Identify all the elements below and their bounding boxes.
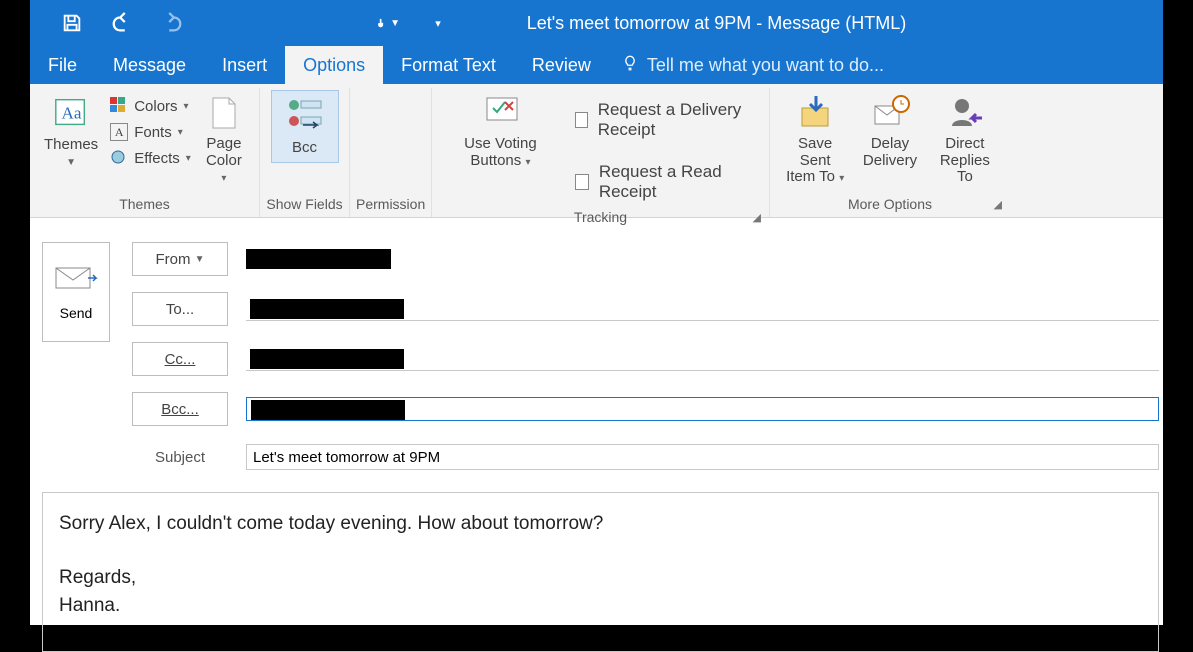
use-voting-buttons[interactable]: Use Voting Buttons ▾ bbox=[438, 90, 563, 173]
page-color-button[interactable]: Page Color ▾ bbox=[195, 90, 253, 190]
send-icon bbox=[54, 264, 98, 295]
ribbon-group-label: More Options ◢ bbox=[776, 193, 1004, 215]
undo-icon[interactable] bbox=[110, 11, 134, 35]
ribbon-group-label: Themes bbox=[36, 193, 253, 215]
direct-replies-to-button[interactable]: Direct Replies To bbox=[926, 90, 1004, 190]
tab-review[interactable]: Review bbox=[514, 46, 609, 84]
send-button[interactable]: Send bbox=[42, 242, 110, 342]
title-bar: ▼ ▾ Let's meet tomorrow at 9PM - Message… bbox=[30, 0, 1163, 46]
dialog-launcher-icon[interactable]: ◢ bbox=[994, 198, 1002, 211]
to-row: To... user2@example.com bbox=[132, 292, 1159, 326]
delay-delivery-icon bbox=[871, 94, 909, 132]
subject-row: Subject bbox=[132, 444, 1159, 470]
direct-replies-icon bbox=[946, 94, 984, 132]
subject-field[interactable] bbox=[246, 444, 1159, 470]
tell-me-search[interactable]: Tell me what you want to do... bbox=[609, 46, 884, 84]
body-line: Hanna. bbox=[59, 595, 1142, 617]
theme-effects-button[interactable]: Effects▾ bbox=[106, 146, 195, 170]
tab-message[interactable]: Message bbox=[95, 46, 204, 84]
save-icon[interactable] bbox=[60, 11, 84, 35]
ribbon-tabs: File Message Insert Options Format Text … bbox=[30, 46, 1163, 84]
message-body[interactable]: Sorry Alex, I couldn't come today evenin… bbox=[42, 492, 1159, 652]
save-sent-item-to-button[interactable]: Save Sent Item To ▾ bbox=[776, 90, 854, 190]
bcc-button[interactable]: Bcc bbox=[271, 90, 339, 163]
body-line: Regards, bbox=[59, 567, 1142, 589]
compose-header: Send From ▼ user1@example.com To... user… bbox=[30, 218, 1163, 652]
ribbon-group-label: Permission bbox=[356, 193, 425, 215]
from-button[interactable]: From ▼ bbox=[132, 242, 228, 276]
body-line: Sorry Alex, I couldn't come today evenin… bbox=[59, 513, 1142, 535]
subject-label: Subject bbox=[132, 449, 228, 466]
cc-row: Cc... user3@example.com bbox=[132, 342, 1159, 376]
themes-icon: Aa bbox=[52, 94, 90, 132]
save-sent-icon bbox=[796, 94, 834, 132]
tab-insert[interactable]: Insert bbox=[204, 46, 285, 84]
delay-delivery-button[interactable]: Delay Delivery bbox=[854, 90, 925, 173]
themes-button[interactable]: Aa Themes ▼ bbox=[36, 90, 106, 172]
dialog-launcher-icon[interactable]: ◢ bbox=[753, 211, 761, 224]
effects-icon bbox=[110, 149, 128, 167]
checkbox-icon bbox=[575, 112, 588, 128]
tab-options[interactable]: Options bbox=[285, 46, 383, 84]
from-row: From ▼ user1@example.com bbox=[132, 242, 1159, 276]
ribbon-group-label: Tracking ◢ bbox=[438, 206, 763, 228]
ribbon-group-show-fields: Bcc Show Fields bbox=[260, 88, 350, 217]
bcc-field[interactable]: user4@example.com bbox=[246, 397, 1159, 421]
from-value: user1@example.com bbox=[246, 249, 1159, 269]
request-delivery-receipt-checkbox[interactable]: Request a Delivery Receipt bbox=[569, 96, 763, 144]
to-button[interactable]: To... bbox=[132, 292, 228, 326]
tab-format-text[interactable]: Format Text bbox=[383, 46, 514, 84]
quick-access-toolbar: ▼ ▾ bbox=[30, 11, 450, 35]
theme-colors-button[interactable]: Colors▾ bbox=[106, 94, 195, 118]
svg-text:Aa: Aa bbox=[62, 104, 82, 123]
touch-mode-icon[interactable]: ▼ bbox=[376, 11, 400, 35]
voting-icon bbox=[481, 94, 519, 132]
window-title: Let's meet tomorrow at 9PM - Message (HT… bbox=[450, 13, 1163, 34]
page-color-icon bbox=[205, 94, 243, 132]
tell-me-placeholder: Tell me what you want to do... bbox=[647, 55, 884, 76]
tab-file[interactable]: File bbox=[30, 46, 95, 84]
qat-customize-icon[interactable]: ▾ bbox=[426, 11, 450, 35]
checkbox-icon bbox=[575, 174, 589, 190]
ribbon-group-label: Show Fields bbox=[266, 193, 343, 215]
outlook-message-window: ▼ ▾ Let's meet tomorrow at 9PM - Message… bbox=[30, 0, 1163, 625]
ribbon-group-tracking: Use Voting Buttons ▾ Request a Delivery … bbox=[432, 88, 770, 217]
bcc-icon bbox=[286, 97, 324, 135]
redo-icon[interactable] bbox=[160, 11, 184, 35]
bcc-button[interactable]: Bcc... bbox=[132, 392, 228, 426]
to-field[interactable]: user2@example.com bbox=[246, 297, 1159, 321]
cc-button[interactable]: Cc... bbox=[132, 342, 228, 376]
theme-fonts-button[interactable]: A Fonts▾ bbox=[106, 120, 195, 144]
fonts-icon: A bbox=[110, 123, 128, 141]
ribbon: Aa Themes ▼ Colors▾ A Fonts▾ bbox=[30, 84, 1163, 218]
lightbulb-icon bbox=[621, 54, 639, 77]
ribbon-group-permission: Permission bbox=[350, 88, 432, 217]
chevron-down-icon: ▼ bbox=[66, 157, 76, 168]
colors-icon bbox=[110, 97, 128, 115]
cc-field[interactable]: user3@example.com bbox=[246, 347, 1159, 371]
request-read-receipt-checkbox[interactable]: Request a Read Receipt bbox=[569, 158, 763, 206]
chevron-down-icon: ▼ bbox=[390, 18, 400, 29]
ribbon-group-themes: Aa Themes ▼ Colors▾ A Fonts▾ bbox=[30, 88, 260, 217]
bcc-row: Bcc... user4@example.com bbox=[132, 392, 1159, 426]
chevron-down-icon: ▼ bbox=[195, 254, 205, 265]
ribbon-group-more-options: Save Sent Item To ▾ Delay Delivery Direc… bbox=[770, 88, 1010, 217]
